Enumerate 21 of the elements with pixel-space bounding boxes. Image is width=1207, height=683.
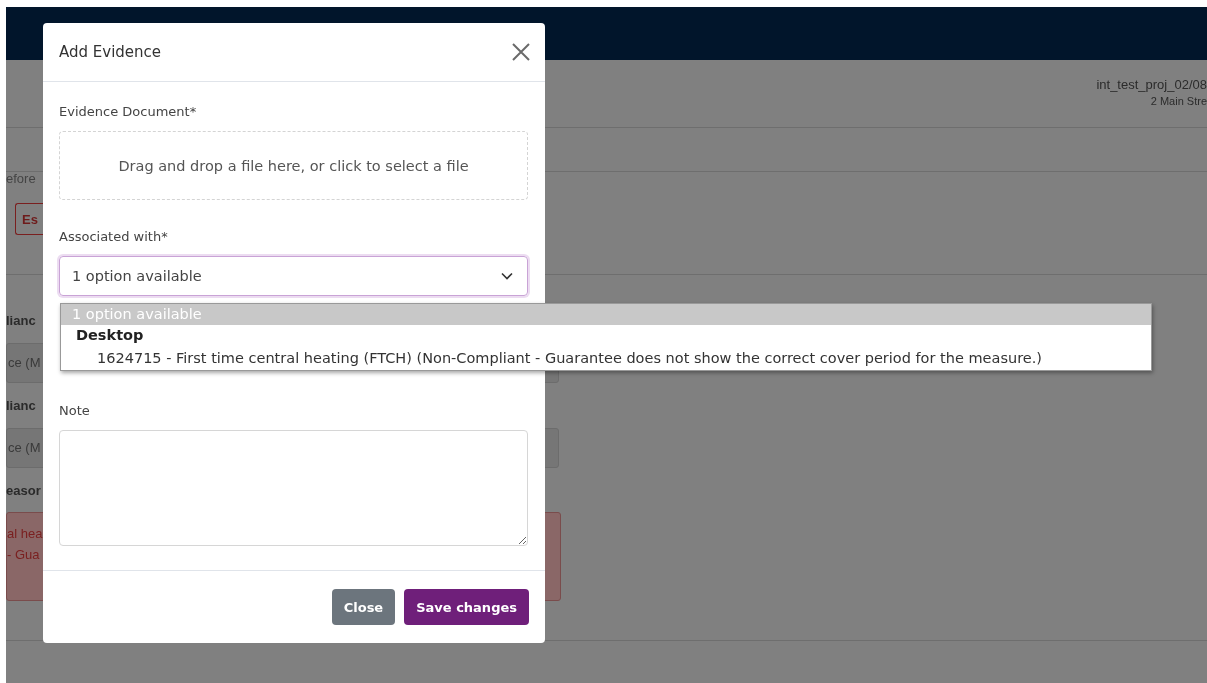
field-label: lianc: [6, 397, 36, 415]
alert-text: - Gua: [7, 547, 41, 562]
field-label: easor: [6, 482, 41, 500]
close-button[interactable]: Close: [331, 589, 396, 625]
field-label: Note: [59, 403, 90, 418]
save-button[interactable]: Save changes: [404, 589, 529, 625]
field-label: Associated with*: [59, 229, 168, 244]
project-address: 2 Main Stre: [1150, 95, 1207, 107]
modal-title: Add Evidence: [59, 43, 162, 61]
note-field[interactable]: [59, 430, 528, 546]
file-drop-zone[interactable]: Drag and drop a file here, or click to select a file: [59, 131, 528, 200]
select-field[interactable]: 1 option available: [59, 256, 528, 296]
dropdown-option[interactable]: 1624715 - First time central heating (FTCH) (Non-Compliant - Guarantee does not show the correct cover period for the measure.): [61, 346, 1151, 370]
close-icon[interactable]: [511, 42, 531, 62]
option-group-label[interactable]: Desktop: [61, 325, 1151, 346]
chevron-icon: [501, 272, 513, 280]
field-label: lianc: [6, 312, 36, 330]
project-name: int_test_proj_02/08: [1096, 77, 1207, 92]
text-fragment: efore: [6, 172, 36, 188]
field-label: Evidence Document*: [59, 104, 197, 119]
alert-text: al hea: [7, 526, 44, 541]
